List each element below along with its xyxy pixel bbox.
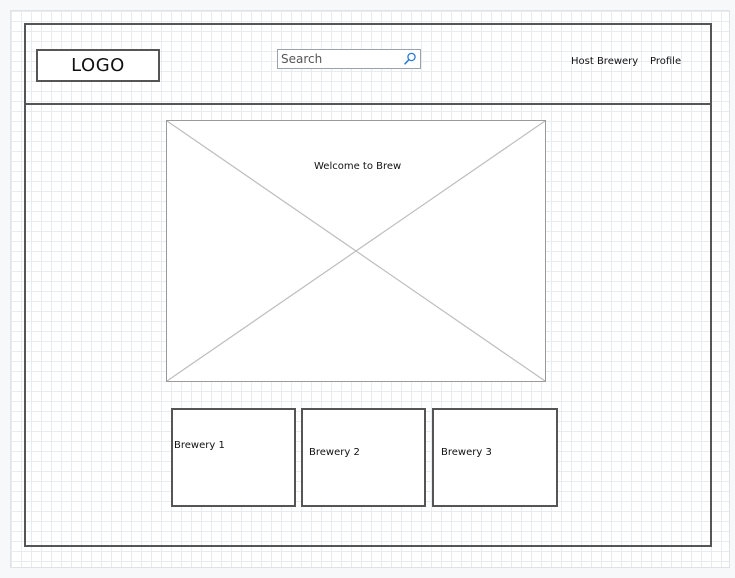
image-placeholder-icon xyxy=(167,121,545,381)
nav-host-brewery-link[interactable]: Host Brewery xyxy=(571,56,638,67)
search-icon[interactable] xyxy=(403,52,417,66)
logo-text: LOGO xyxy=(71,55,125,76)
brewery-card-3[interactable]: Brewery 3 xyxy=(432,408,558,507)
hero-caption: Welcome to Brew xyxy=(314,161,402,172)
brewery-card-label: Brewery 3 xyxy=(441,447,492,458)
brewery-card-2[interactable]: Brewery 2 xyxy=(301,408,426,507)
nav-profile-link[interactable]: Profile xyxy=(650,56,681,67)
search-box[interactable]: Search xyxy=(277,49,421,69)
brewery-card-1[interactable]: Brewery 1 xyxy=(171,408,296,507)
header-divider xyxy=(24,103,712,105)
search-input[interactable]: Search xyxy=(281,52,322,66)
hero-image-placeholder: Welcome to Brew xyxy=(166,120,546,382)
brewery-card-label: Brewery 1 xyxy=(174,440,225,451)
logo[interactable]: LOGO xyxy=(36,49,160,82)
brewery-card-label: Brewery 2 xyxy=(309,447,360,458)
